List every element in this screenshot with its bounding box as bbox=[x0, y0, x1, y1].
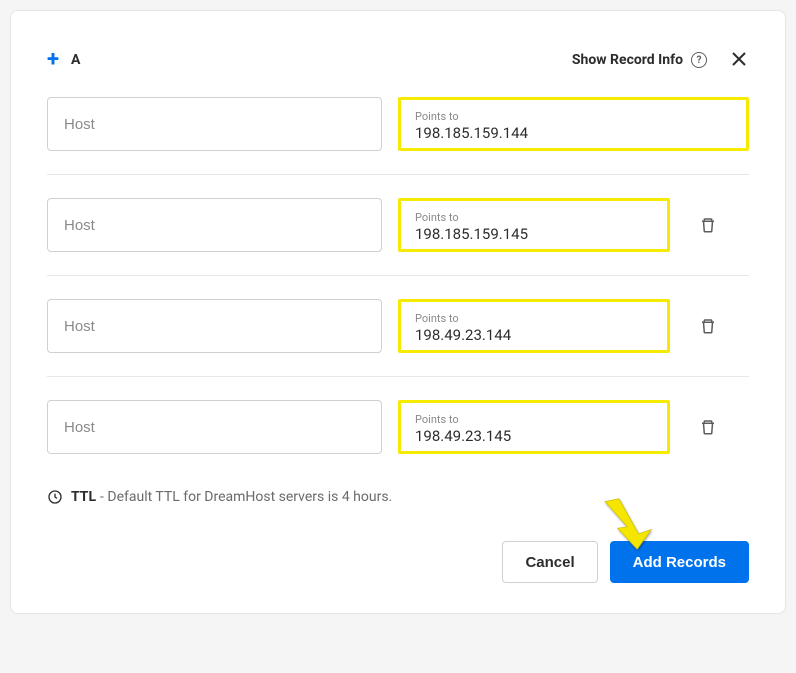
host-input-wrapper bbox=[47, 97, 382, 151]
host-input[interactable] bbox=[64, 116, 365, 133]
header-right: Show Record Info ? bbox=[572, 50, 749, 70]
close-icon[interactable] bbox=[729, 50, 749, 70]
show-record-info-link[interactable]: Show Record Info bbox=[572, 52, 683, 68]
points-to-value: 198.185.159.145 bbox=[415, 225, 653, 243]
panel-header: + A Show Record Info ? bbox=[47, 49, 749, 71]
points-to-field[interactable]: Points to 198.49.23.144 bbox=[398, 299, 670, 353]
host-input[interactable] bbox=[64, 318, 365, 335]
host-input[interactable] bbox=[64, 419, 365, 436]
record-row: Points to 198.185.159.144 bbox=[47, 97, 749, 175]
ttl-label: TTL bbox=[71, 489, 96, 505]
points-to-value: 198.49.23.145 bbox=[415, 427, 653, 445]
dns-record-panel: + A Show Record Info ? Points to 198.185… bbox=[10, 10, 786, 614]
points-to-field[interactable]: Points to 198.49.23.145 bbox=[398, 400, 670, 454]
help-icon[interactable]: ? bbox=[691, 52, 707, 68]
cancel-button[interactable]: Cancel bbox=[502, 541, 597, 583]
points-to-value: 198.49.23.144 bbox=[415, 326, 653, 344]
host-input-wrapper bbox=[47, 299, 382, 353]
trash-icon[interactable] bbox=[696, 316, 720, 336]
clock-icon bbox=[47, 489, 63, 505]
header-left: + A bbox=[47, 49, 80, 71]
points-to-label: Points to bbox=[415, 413, 653, 426]
points-to-field[interactable]: Points to 198.185.159.144 bbox=[398, 97, 749, 151]
record-row: Points to 198.185.159.145 bbox=[47, 198, 749, 276]
points-to-field[interactable]: Points to 198.185.159.145 bbox=[398, 198, 670, 252]
points-to-value: 198.185.159.144 bbox=[415, 124, 732, 142]
points-to-label: Points to bbox=[415, 312, 653, 325]
host-input-wrapper bbox=[47, 198, 382, 252]
record-row: Points to 198.49.23.144 bbox=[47, 299, 749, 377]
footer-actions: Cancel Add Records bbox=[47, 541, 749, 583]
record-row: Points to 198.49.23.145 bbox=[47, 400, 749, 477]
host-input[interactable] bbox=[64, 217, 365, 234]
trash-icon[interactable] bbox=[696, 417, 720, 437]
add-records-button[interactable]: Add Records bbox=[610, 541, 749, 583]
host-input-wrapper bbox=[47, 400, 382, 454]
points-to-label: Points to bbox=[415, 110, 732, 123]
ttl-info: TTL - Default TTL for DreamHost servers … bbox=[47, 489, 749, 505]
ttl-description: - Default TTL for DreamHost servers is 4… bbox=[100, 489, 392, 505]
plus-icon: + bbox=[47, 49, 59, 71]
record-type-label: A bbox=[71, 52, 80, 68]
points-to-label: Points to bbox=[415, 211, 653, 224]
trash-icon[interactable] bbox=[696, 215, 720, 235]
